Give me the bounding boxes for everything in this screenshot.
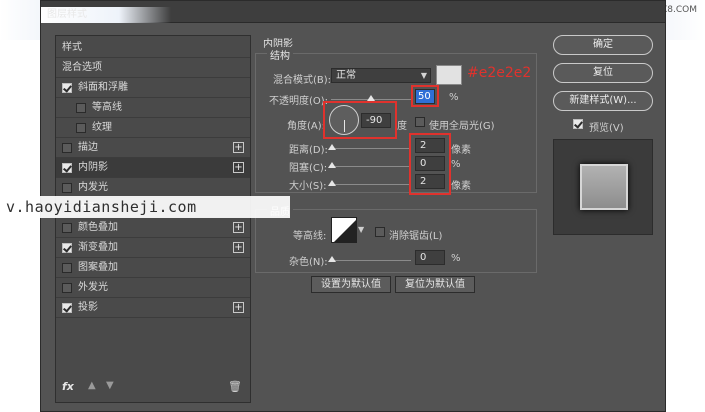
opacity-unit: %	[449, 92, 459, 103]
distance-slider-thumb[interactable]	[328, 144, 336, 150]
style-list-item[interactable]: 纹理	[56, 118, 250, 138]
opacity-highlight-box	[411, 85, 439, 107]
dialog-title: 图层样式	[47, 9, 87, 20]
opacity-label: 不透明度(O):	[269, 96, 329, 107]
size-slider-thumb[interactable]	[328, 180, 336, 186]
preview-checkbox[interactable]	[573, 119, 583, 129]
antialias-checkbox[interactable]	[375, 227, 385, 237]
style-list-item-label: 渐变叠加	[78, 242, 118, 253]
noise-slider[interactable]	[331, 260, 411, 261]
style-list-item[interactable]: 投影 +	[56, 298, 250, 318]
choke-label: 阻塞(C):	[289, 163, 328, 174]
fx-button[interactable]: fx	[62, 380, 74, 393]
style-list-item[interactable]: 内发光	[56, 178, 250, 198]
style-list-item-label: 纹理	[92, 122, 112, 133]
style-list-item[interactable]: 图案叠加	[56, 258, 250, 278]
title-bar: 图层样式	[41, 1, 665, 23]
blend-mode-label: 混合模式(B):	[273, 75, 332, 86]
style-list-item[interactable]: 样式	[56, 38, 250, 58]
style-preview	[553, 139, 653, 235]
move-up-icon[interactable]: ▲	[88, 380, 96, 391]
angle-label: 角度(A):	[287, 121, 326, 132]
style-list-item-label: 斜面和浮雕	[78, 82, 128, 93]
angle-highlight-box	[323, 101, 397, 139]
style-list-item-label: 投影	[78, 302, 98, 313]
style-list-item-label: 等高线	[92, 102, 122, 113]
style-list-item-label: 内发光	[78, 182, 108, 193]
add-effect-plus-icon[interactable]: +	[233, 222, 244, 233]
style-list-item[interactable]: 颜色叠加 +	[56, 218, 250, 238]
style-list: 投影+外发光图案叠加渐变叠加+颜色叠加+光泽内发光内阴影+描边+纹理等高线斜面和…	[55, 35, 251, 403]
global-light-label: 使用全局光(G)	[429, 121, 495, 132]
noise-slider-thumb[interactable]	[328, 256, 336, 262]
style-list-item-label: 描边	[78, 142, 98, 153]
style-list-item-label: 颜色叠加	[78, 222, 118, 233]
size-unit: 像素	[451, 181, 471, 192]
contour-thumbnail[interactable]	[331, 217, 357, 243]
choke-unit: %	[451, 159, 461, 170]
reset-default-button[interactable]: 复位为默认值	[395, 276, 475, 293]
preview-swatch	[580, 164, 628, 210]
distance-slider[interactable]	[331, 148, 411, 149]
style-list-checkbox[interactable]	[62, 263, 72, 273]
add-effect-plus-icon[interactable]: +	[233, 162, 244, 173]
style-list-item[interactable]: 等高线	[56, 98, 250, 118]
style-list-item-label: 图案叠加	[78, 262, 118, 273]
style-list-item[interactable]: 斜面和浮雕	[56, 78, 250, 98]
style-list-checkbox[interactable]	[62, 143, 72, 153]
style-list-item[interactable]: 外发光	[56, 278, 250, 298]
style-list-checkbox[interactable]	[62, 283, 72, 293]
list-toolbar: fx ▲ ▼ 🗑	[62, 380, 246, 394]
contour-chevron-down-icon[interactable]: ▼	[358, 225, 364, 234]
choke-slider[interactable]	[331, 166, 411, 167]
distance-size-highlight-box	[409, 133, 451, 195]
contour-curve-icon	[334, 220, 356, 242]
blend-mode-value: 正常	[336, 70, 356, 81]
choke-slider-thumb[interactable]	[328, 162, 336, 168]
style-list-checkbox[interactable]	[76, 123, 86, 133]
size-label: 大小(S):	[289, 181, 327, 192]
trash-icon[interactable]: 🗑	[228, 380, 242, 393]
antialias-label: 消除锯齿(L)	[389, 231, 443, 242]
style-list-checkbox[interactable]	[62, 83, 72, 93]
add-effect-plus-icon[interactable]: +	[233, 242, 244, 253]
noise-input[interactable]: 0	[415, 250, 445, 265]
set-default-button[interactable]: 设置为默认值	[311, 276, 391, 293]
add-effect-plus-icon[interactable]: +	[233, 302, 244, 313]
angle-unit: 度	[397, 121, 407, 132]
add-effect-plus-icon[interactable]: +	[233, 142, 244, 153]
distance-label: 距离(D):	[289, 145, 328, 156]
chevron-down-icon: ▼	[420, 71, 427, 80]
reset-button[interactable]: 复位	[553, 63, 653, 83]
preview-label: 预览(V)	[589, 123, 624, 134]
noise-label: 杂色(N):	[289, 257, 328, 268]
style-list-checkbox[interactable]	[62, 223, 72, 233]
distance-unit: 像素	[451, 145, 471, 156]
style-list-item[interactable]: 混合选项	[56, 58, 250, 78]
style-list-item-label: 外发光	[78, 282, 108, 293]
style-list-checkbox[interactable]	[62, 243, 72, 253]
noise-unit: %	[451, 253, 461, 264]
style-list-item[interactable]: 内阴影 +	[56, 158, 250, 178]
blend-mode-select[interactable]: 正常 ▼	[331, 68, 431, 83]
global-light-checkbox[interactable]	[415, 117, 425, 127]
size-slider[interactable]	[331, 184, 411, 185]
ok-button[interactable]: 确定	[553, 35, 653, 55]
band-watermark: v.haoyidiansheji.com	[0, 196, 290, 218]
style-list-item-label: 样式	[62, 42, 82, 53]
style-list-checkbox[interactable]	[62, 303, 72, 313]
style-list-item[interactable]: 描边 +	[56, 138, 250, 158]
style-list-checkbox[interactable]	[76, 103, 86, 113]
style-list-item-label: 内阴影	[78, 162, 108, 173]
style-list-item[interactable]: 渐变叠加 +	[56, 238, 250, 258]
style-list-checkbox[interactable]	[62, 183, 72, 193]
shadow-color-swatch[interactable]	[436, 65, 462, 85]
color-hex-annotation: #e2e2e2	[467, 65, 532, 81]
style-list-item-label: 混合选项	[62, 62, 102, 73]
new-style-button[interactable]: 新建样式(W)...	[553, 91, 653, 111]
move-down-icon[interactable]: ▼	[106, 380, 114, 391]
structure-title: 结构	[267, 47, 293, 62]
style-list-checkbox[interactable]	[62, 163, 72, 173]
contour-label: 等高线:	[293, 231, 327, 242]
